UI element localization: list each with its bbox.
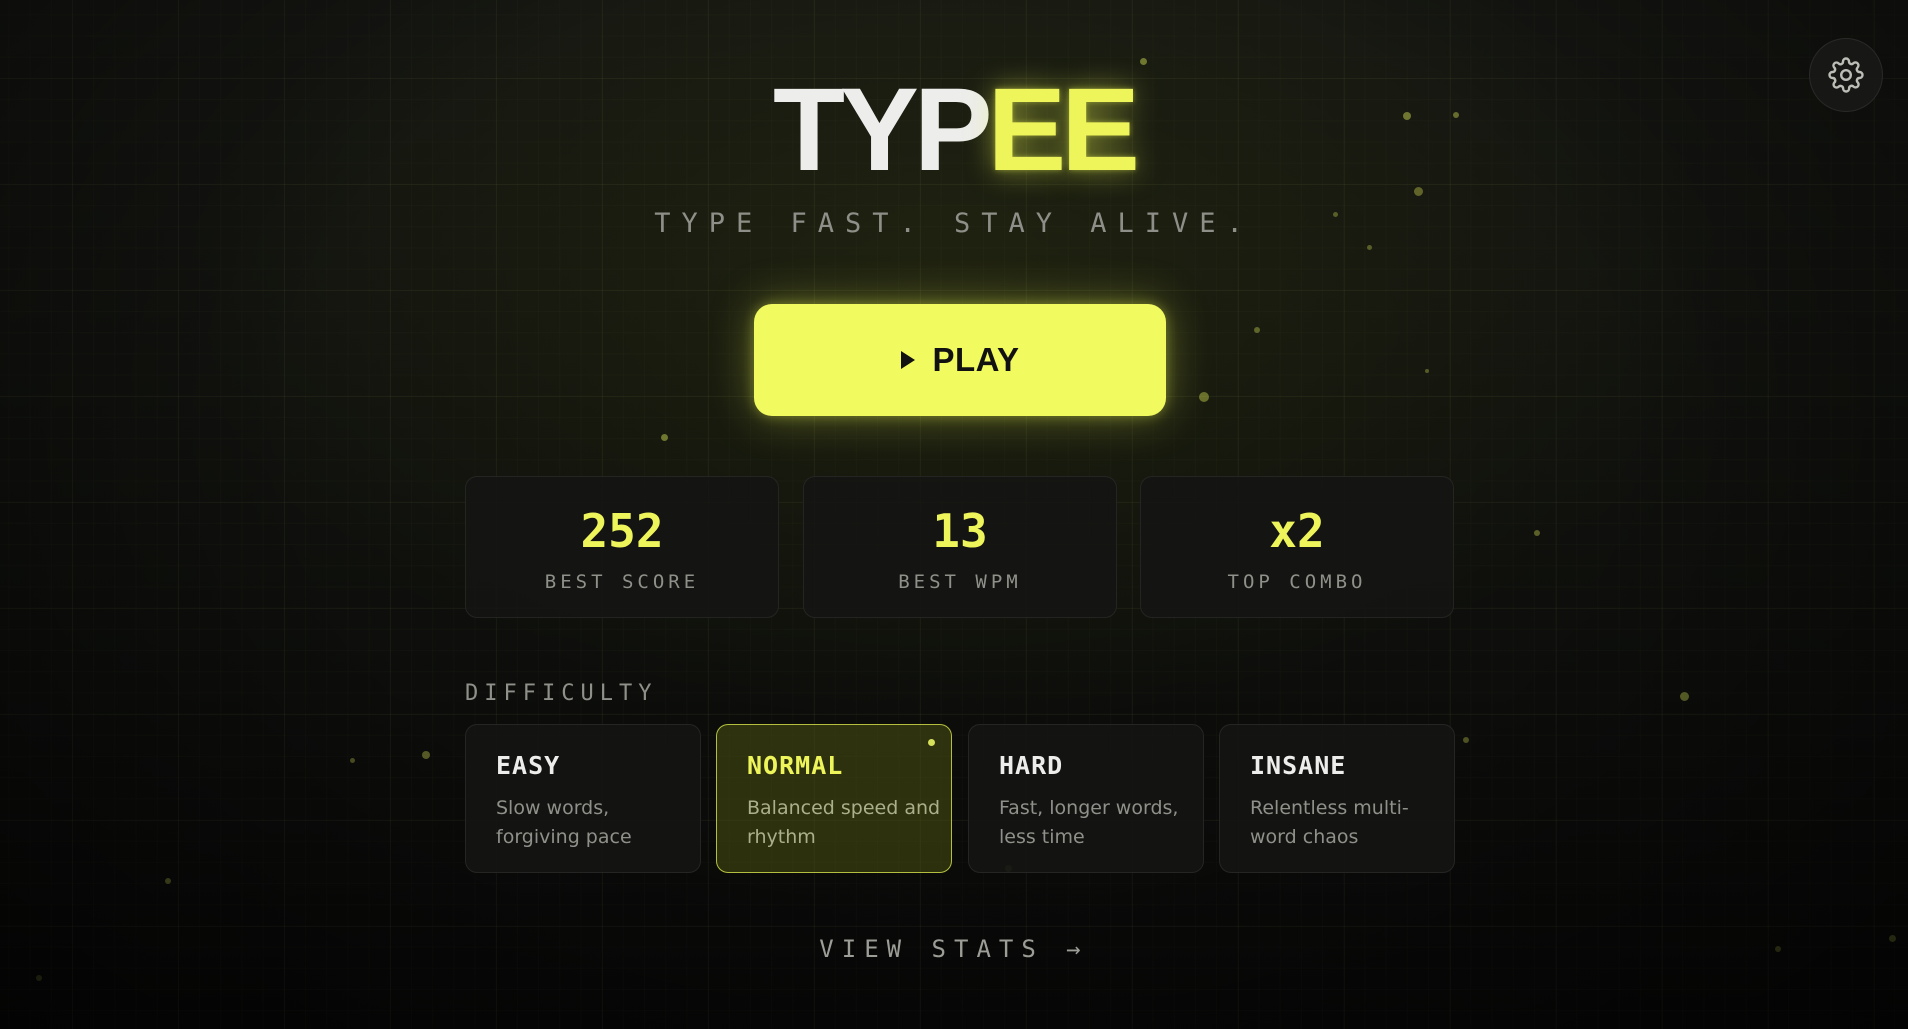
- particle: [1534, 530, 1540, 536]
- difficulty-option-normal[interactable]: NORMAL Balanced speed and rhythm: [716, 724, 952, 873]
- particle: [1425, 369, 1429, 373]
- difficulty-option-hard[interactable]: HARD Fast, longer words, less time: [968, 724, 1204, 873]
- difficulty-option-easy[interactable]: EASY Slow words, forgiving pace: [465, 724, 701, 873]
- tagline: TYPE FAST. STAY ALIVE.: [654, 208, 1254, 239]
- difficulty-name: NORMAL: [747, 751, 844, 780]
- stat-value: 252: [580, 504, 664, 558]
- arrow-right-icon: →: [1066, 935, 1089, 963]
- game-menu: TYPEE TYPE FAST. STAY ALIVE. PLAY 252 BE…: [0, 0, 1908, 1029]
- particle: [661, 434, 668, 441]
- play-button-label: PLAY: [932, 341, 1020, 378]
- difficulty-name: EASY: [496, 751, 561, 780]
- stat-label: TOP COMBO: [1227, 571, 1367, 593]
- particle: [1367, 245, 1372, 250]
- stat-label: BEST SCORE: [544, 571, 700, 593]
- particle: [422, 751, 430, 759]
- difficulty-description: Balanced speed and rhythm: [747, 797, 941, 848]
- play-icon: [900, 351, 915, 369]
- play-button[interactable]: PLAY: [754, 304, 1166, 416]
- difficulty-description: Relentless multi-word chaos: [1250, 797, 1409, 848]
- particle: [1680, 692, 1689, 701]
- view-stats-label: VIEW STATS: [819, 935, 1044, 963]
- view-stats-link[interactable]: VIEW STATS →: [0, 935, 1908, 963]
- stat-value: 13: [932, 504, 988, 558]
- title-accent: EE: [987, 64, 1140, 196]
- particle: [1140, 58, 1147, 65]
- particle: [1254, 327, 1260, 333]
- particle: [36, 975, 42, 981]
- stat-card-top-combo: x2 TOP COMBO: [1140, 476, 1454, 618]
- difficulty-description: Slow words, forgiving pace: [496, 797, 632, 848]
- difficulty-description: Fast, longer words, less time: [999, 797, 1179, 848]
- particle: [350, 758, 355, 763]
- particle: [165, 878, 171, 884]
- difficulty-name: HARD: [999, 751, 1064, 780]
- difficulty-name: INSANE: [1250, 751, 1347, 780]
- stat-value: x2: [1269, 504, 1325, 558]
- stat-label: BEST WPM: [898, 571, 1022, 593]
- particle: [1199, 392, 1209, 402]
- stat-card-best-wpm: 13 BEST WPM: [803, 476, 1117, 618]
- selected-indicator-dot: [928, 739, 935, 746]
- game-title: TYPEE: [0, 70, 1908, 190]
- stat-card-best-score: 252 BEST SCORE: [465, 476, 779, 618]
- difficulty-option-insane[interactable]: INSANE Relentless multi-word chaos: [1219, 724, 1455, 873]
- title-plain: TYP: [773, 64, 992, 196]
- particle: [1463, 737, 1469, 743]
- difficulty-label: DIFFICULTY: [465, 681, 658, 706]
